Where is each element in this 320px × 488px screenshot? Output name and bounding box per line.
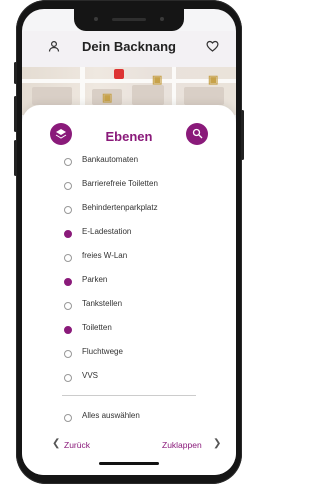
layer-item-freies-wlan[interactable]: freies W-Lan bbox=[22, 246, 236, 270]
select-all-item[interactable]: Alles auswählen bbox=[22, 406, 236, 430]
map-marker-icon[interactable]: ▣ bbox=[208, 73, 218, 86]
chevron-right-icon[interactable]: ❯ bbox=[213, 438, 221, 449]
radio-button-selected[interactable] bbox=[64, 278, 72, 286]
layer-label: Fluchtwege bbox=[82, 347, 123, 356]
layer-item-fluchtwege[interactable]: Fluchtwege bbox=[22, 342, 236, 366]
notch bbox=[74, 9, 184, 31]
layer-item-behindertenparkplatz[interactable]: Behindertenparkplatz bbox=[22, 198, 236, 222]
volume-up-button bbox=[14, 96, 17, 132]
search-icon[interactable] bbox=[186, 123, 208, 145]
radio-button-selected[interactable] bbox=[64, 326, 72, 334]
layer-label: Toiletten bbox=[82, 323, 112, 332]
radio-button[interactable] bbox=[64, 182, 72, 190]
heart-icon[interactable] bbox=[206, 40, 219, 55]
layer-item-parken[interactable]: Parken bbox=[22, 270, 236, 294]
layer-item-barrierefreie-toiletten[interactable]: Barrierefreie Toiletten bbox=[22, 174, 236, 198]
collapse-button[interactable]: Zuklappen bbox=[162, 440, 202, 450]
app-title: Dein Backnang bbox=[82, 39, 176, 54]
layers-sheet: Ebenen Bankautomaten Barrierefreie Toile… bbox=[22, 105, 236, 475]
layer-item-e-ladestation[interactable]: E-Ladestation bbox=[22, 222, 236, 246]
radio-button[interactable] bbox=[64, 414, 72, 422]
layer-item-bankautomaten[interactable]: Bankautomaten bbox=[22, 150, 236, 174]
back-button[interactable]: Zurück bbox=[64, 440, 90, 450]
layer-item-tankstellen[interactable]: Tankstellen bbox=[22, 294, 236, 318]
map-marker-icon[interactable]: ▣ bbox=[152, 73, 162, 86]
chevron-left-icon[interactable]: ❮ bbox=[52, 438, 60, 449]
map-marker-icon[interactable]: ▣ bbox=[102, 91, 112, 104]
app-header: Dein Backnang bbox=[22, 31, 236, 67]
layer-label: Behindertenparkplatz bbox=[82, 203, 158, 212]
divider bbox=[62, 395, 196, 396]
radio-button-selected[interactable] bbox=[64, 230, 72, 238]
layer-label: VVS bbox=[82, 371, 99, 380]
radio-button[interactable] bbox=[64, 302, 72, 310]
radio-button[interactable] bbox=[64, 158, 72, 166]
radio-button[interactable] bbox=[64, 350, 72, 358]
radio-button[interactable] bbox=[64, 254, 72, 262]
select-all-label: Alles auswählen bbox=[82, 411, 140, 420]
layer-label: Parken bbox=[82, 275, 108, 284]
layer-item-vvs[interactable]: VVS bbox=[22, 366, 236, 390]
layer-item-toiletten[interactable]: Toiletten bbox=[22, 318, 236, 342]
radio-button[interactable] bbox=[64, 206, 72, 214]
power-button bbox=[241, 110, 244, 160]
layer-label: freies W-Lan bbox=[82, 251, 128, 260]
layer-label: Bankautomaten bbox=[82, 155, 139, 164]
layer-label: E-Ladestation bbox=[82, 227, 132, 236]
layer-label: Barrierefreie Toiletten bbox=[82, 179, 158, 188]
volume-down-button bbox=[14, 140, 17, 176]
app-screen: Dein Backnang ▣ ▣ ▣ Ebenen Bankautomaten bbox=[22, 9, 236, 475]
layer-label: Tankstellen bbox=[82, 299, 123, 308]
radio-button[interactable] bbox=[64, 374, 72, 382]
map-marker-red[interactable] bbox=[114, 69, 124, 79]
mute-switch bbox=[14, 62, 17, 84]
home-indicator[interactable] bbox=[99, 462, 159, 465]
